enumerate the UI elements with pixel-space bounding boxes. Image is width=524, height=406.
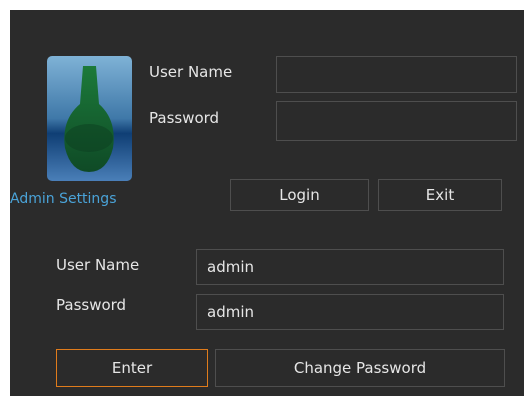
exit-button[interactable]: Exit (378, 179, 502, 211)
login-button[interactable]: Login (230, 179, 369, 211)
username-label: User Name (149, 63, 233, 81)
username-input[interactable] (276, 56, 517, 93)
password-label: Password (149, 109, 220, 127)
admin-username-label: User Name (56, 256, 140, 274)
admin-settings-link[interactable]: Admin Settings (10, 191, 117, 207)
enter-button[interactable]: Enter (56, 349, 208, 387)
admin-password-input[interactable] (196, 294, 504, 330)
bottle-logo-icon (47, 56, 132, 181)
admin-password-label: Password (56, 296, 127, 314)
change-password-button[interactable]: Change Password (215, 349, 505, 387)
admin-username-input[interactable] (196, 249, 504, 285)
password-input[interactable] (276, 101, 517, 141)
